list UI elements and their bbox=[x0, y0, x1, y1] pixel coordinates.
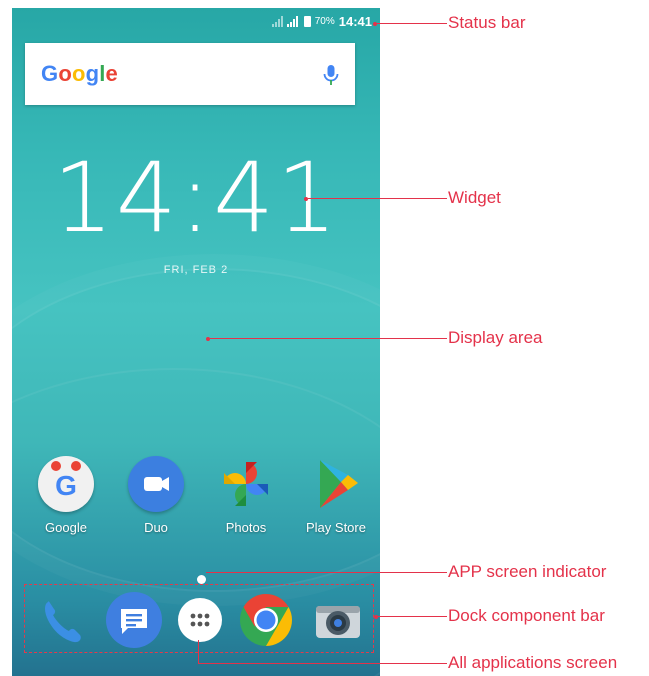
callout-app-screen-indicator: APP screen indicator bbox=[448, 562, 607, 581]
app-photos[interactable]: Photos bbox=[206, 456, 286, 535]
widget-leader bbox=[308, 198, 447, 199]
app-label: Duo bbox=[144, 520, 168, 535]
app-screen-indicator-leader bbox=[206, 572, 447, 573]
phone-home-screen: 70% 14:41 Google 14:41 FRI, FEB 2 G Goog… bbox=[12, 8, 380, 676]
battery-percent: 70% bbox=[314, 15, 335, 27]
all-apps-leader-horizontal bbox=[198, 663, 447, 664]
photos-icon bbox=[218, 456, 274, 512]
play-store-icon bbox=[308, 456, 364, 512]
app-duo[interactable]: Duo bbox=[116, 456, 196, 535]
callout-all-applications-screen: All applications screen bbox=[448, 653, 618, 672]
app-google[interactable]: G Google bbox=[26, 456, 106, 535]
status-time: 14:41 bbox=[338, 13, 372, 29]
google-icon: G bbox=[38, 456, 94, 512]
battery-icon bbox=[303, 15, 311, 27]
signal-icon-sim1 bbox=[271, 15, 283, 27]
status-bar-leader bbox=[377, 23, 447, 24]
app-label: Photos bbox=[225, 520, 267, 535]
app-label: Google bbox=[45, 520, 87, 535]
display-area-leader bbox=[210, 338, 447, 339]
signal-icon-sim2 bbox=[286, 15, 298, 27]
callout-widget: Widget bbox=[448, 188, 501, 207]
google-search-bar[interactable]: Google bbox=[25, 43, 355, 105]
svg-text:G: G bbox=[55, 470, 77, 501]
app-label: Play Store bbox=[306, 520, 366, 535]
callout-dock-component-bar: Dock component bar bbox=[448, 606, 605, 625]
google-logo: Google bbox=[41, 61, 118, 86]
app-screen-indicator-dot[interactable] bbox=[197, 575, 206, 584]
microphone-icon[interactable] bbox=[321, 63, 341, 87]
callout-status-bar: Status bar bbox=[448, 13, 526, 32]
dock-highlight-box bbox=[24, 584, 374, 653]
app-shortcut-row: G Google Duo Photos Play Store bbox=[26, 456, 376, 535]
dock-bar-leader bbox=[378, 616, 447, 617]
status-bar: 70% 14:41 bbox=[271, 12, 372, 30]
clock-widget-date: FRI, FEB 2 bbox=[163, 264, 229, 276]
callout-display-area: Display area bbox=[448, 328, 543, 347]
app-play-store[interactable]: Play Store bbox=[296, 456, 376, 535]
all-apps-leader-vertical bbox=[198, 640, 199, 664]
duo-icon bbox=[128, 456, 184, 512]
